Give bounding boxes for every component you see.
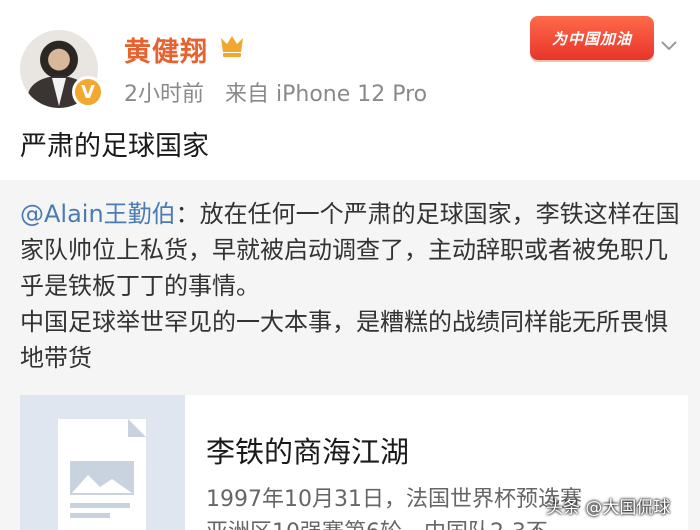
post-meta: 2小时前 来自 iPhone 12 Pro [124,76,427,108]
post-text: 严肃的足球国家 [20,131,209,162]
member-badge-icon [221,36,243,57]
link-card-title: 李铁的商海江湖 [206,435,410,469]
cheer-badge: 为中国加油 [530,16,654,60]
link-thumbnail [20,395,185,530]
verified-icon: V [72,76,104,108]
post-time: 2小时前 [124,82,204,107]
username[interactable]: 黄健翔 [124,30,208,69]
link-card-desc-line2: 亚洲区10强赛第6轮，中国队2-3不... [206,516,666,530]
post-source: 来自 iPhone 12 Pro [225,82,428,107]
watermark: 头条 @大国侃球 [546,498,671,518]
link-thumbnail-icon [58,419,146,530]
repost-body-2: 中国足球举世罕见的一大本事，是糟糕的战绩同样能无所畏惧地带货 [20,308,668,372]
chevron-down-icon[interactable] [660,36,678,54]
post-header: V 黄健翔 2小时前 来自 iPhone 12 Pro 为中国加油 [0,0,700,118]
repost-block[interactable]: @Alain王勤伯：放在任何一个严肃的足球国家，李铁这样在国家队帅位上私货，早就… [0,180,700,530]
repost-text: @Alain王勤伯：放在任何一个严肃的足球国家，李铁这样在国家队帅位上私货，早就… [20,196,688,376]
mention-link[interactable]: @Alain王勤伯 [20,200,176,228]
